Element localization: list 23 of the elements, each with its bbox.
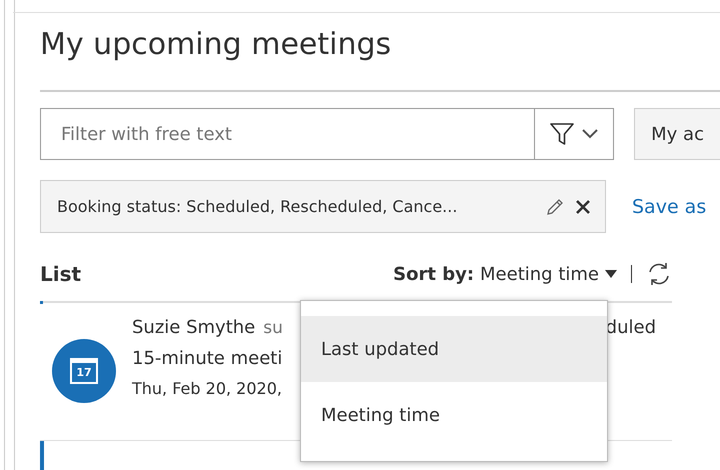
funnel-icon xyxy=(549,121,576,147)
meeting-type: 15-minute meeti xyxy=(132,348,282,369)
filter-button[interactable] xyxy=(534,108,614,160)
save-as-link[interactable]: Save as xyxy=(632,196,706,218)
edit-button[interactable] xyxy=(545,196,565,216)
calendar-icon: 17 xyxy=(70,358,98,384)
pencil-icon xyxy=(545,196,565,216)
page-title: My upcoming meetings xyxy=(40,27,392,63)
attendee-name: Suzie Smythe xyxy=(132,317,256,338)
chip-label: Booking status: Scheduled, Rescheduled, Cance... xyxy=(57,197,458,216)
attendee-email: su xyxy=(263,318,283,338)
chevron-down-icon xyxy=(581,128,600,140)
list-title: List xyxy=(40,262,82,286)
close-button[interactable] xyxy=(575,198,591,214)
booking-status: duled xyxy=(606,317,656,338)
filter-field[interactable]: Filter with free text xyxy=(40,108,534,160)
caret-icon xyxy=(605,269,617,279)
view-button[interactable]: My ac xyxy=(634,108,720,160)
meeting-date: Thu, Feb 20, 2020, xyxy=(132,379,282,398)
close-icon xyxy=(575,198,591,214)
sort-option[interactable]: Last updated xyxy=(301,316,607,382)
sort-dropdown[interactable]: Sort by: Meeting time xyxy=(393,264,617,284)
sort-option[interactable]: Meeting time xyxy=(301,382,607,448)
